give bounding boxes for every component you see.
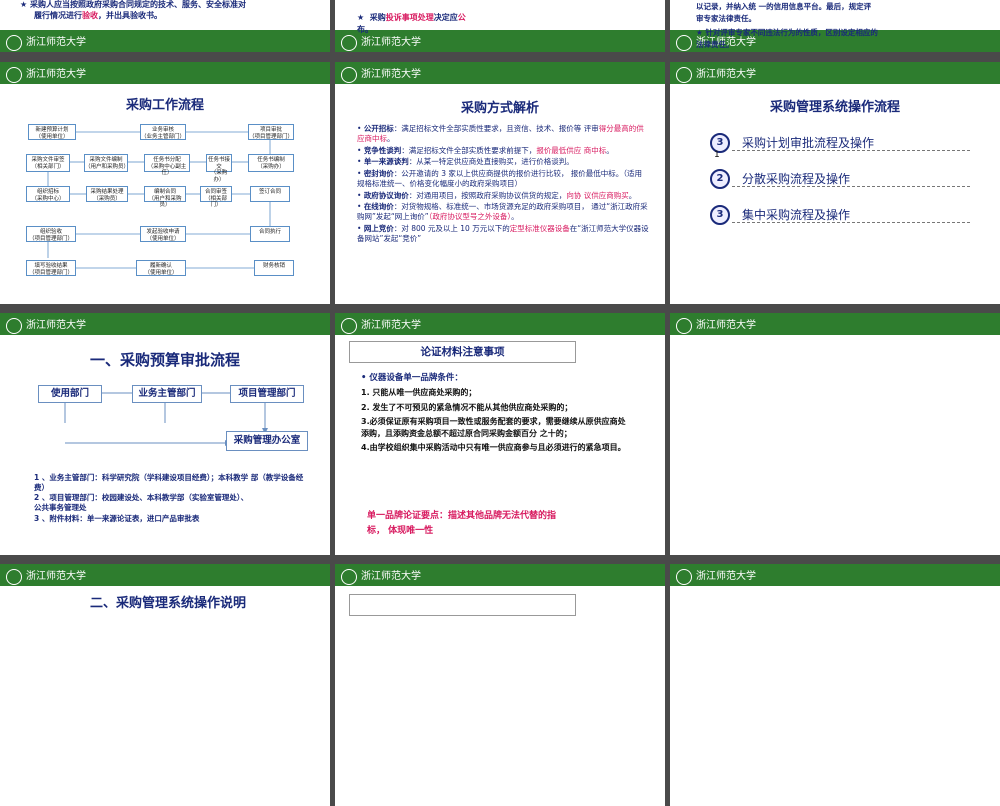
flow-box: 合同执行: [250, 226, 290, 242]
slide-header-bar: 浙江师范大学: [0, 564, 330, 586]
flow-box: 采购文件审签 （相关部门）: [26, 154, 70, 172]
slide-header-bar: 浙江师范大学: [335, 62, 665, 84]
slide-header-bar: 浙江师范大学: [670, 564, 1000, 586]
number-badge: 3: [710, 204, 730, 225]
slide-title: 论证材料注意事项: [349, 341, 576, 363]
underline-dash: [732, 150, 970, 151]
number-badge: 3: [710, 132, 730, 153]
method-item: • 单一来源谈判：从某一特定供应商处直接购买，进行价格谈判。: [357, 157, 574, 167]
method-item: • 竞争性谈判：满足招标文件全部实质性要求前提下，报价最低供应 商中标。: [357, 145, 614, 155]
condition-line: 2. 发生了不可预见的紧急情况不能从其他供应商处采购的；: [361, 402, 573, 412]
slide-thumb-10[interactable]: 浙江师范大学 二、采购管理系统操作说明: [0, 564, 330, 806]
condition-line: 4.由学校组织集中采购活动中只有唯一供应商参与且必须进行的紧急项目。: [361, 443, 626, 453]
title-box: [349, 594, 576, 616]
operation-label: 集中采购流程及操作: [742, 208, 851, 222]
flow-box: 签订合同: [250, 186, 290, 202]
slide-title: 二、采购管理系统操作说明: [90, 596, 247, 611]
flow-box: 采购结果处理 （采购员）: [86, 186, 128, 202]
conditions-heading: • 仪器设备单一品牌条件：: [361, 373, 463, 383]
flow-box: 新建预算计划 （使用单位）: [28, 124, 76, 140]
flow-box: 财务核销: [254, 260, 294, 276]
method-item: • 密封询价：公开邀请的 3 家以上供应商提供的报价进行比较， 报价最低中标。（…: [357, 169, 642, 188]
budget-box-procurement-office: 采购管理办公室: [226, 431, 308, 451]
slide-thumb-6[interactable]: 浙江师范大学 采购管理系统操作流程 3 采购计划审批流程及操作 1 2 分散采购流程及操…: [670, 62, 1000, 304]
method-item: • 网上竞价：对 800 元及以上 10 万元以下的定型标准仪器设备在“浙江师范…: [357, 223, 649, 243]
operation-item[interactable]: 3 采购计划审批流程及操作 1: [710, 132, 970, 168]
note-line: 2 、项目管理部门：校园建设处、本科教学部（实验室管理处）、: [34, 493, 249, 503]
slide-title: 采购方式解析: [460, 101, 539, 116]
slide-thumb-9[interactable]: 浙江师范大学: [670, 313, 1000, 555]
method-item: • 政府协议询价：对通用项目，按照政府采购协议供货的规定，向协 议供应商购买。: [357, 190, 637, 200]
slide-title: 采购管理系统操作流程: [769, 100, 900, 115]
flow-box: 任务书接交 （采购办）: [206, 154, 232, 183]
underline-dash: [732, 186, 970, 187]
slide-thumb-3[interactable]: 浙江师范大学 以记录，并纳入统 一的信用信息平台。最后，规定评 审专家法律责任。…: [670, 0, 1000, 52]
flow-box: 发起验收申请 （使用单位）: [140, 226, 186, 242]
method-item: • 在线询价：对货物规格、标准统一、市场货源充足的政府采购项目， 通过“浙江政府…: [357, 202, 648, 221]
slide-thumb-1[interactable]: 浙江师范大学 ★ 采购人应当按照政府采购合同规定的技术、服务、安全标准对 履行情…: [0, 0, 330, 52]
flow-box: 组织招标 （采购中心）: [26, 186, 70, 202]
key-point-line: 单一品牌论证要点：描述其他品牌无法代替的指: [367, 511, 557, 521]
operation-item[interactable]: 2 分散采购流程及操作: [710, 168, 970, 204]
slide-header-bar: 浙江师范大学: [335, 564, 665, 586]
slide-footer-bar: 浙江师范大学: [0, 30, 330, 52]
flow-box: 编制合同 （用户和采购员）: [144, 186, 186, 208]
method-item: • 公开招标：满足招标文件全部实质性要求，且资信、技术、报价等 评审得分最高的供…: [357, 124, 644, 143]
underline-dash: [732, 222, 970, 223]
slide-thumb-4[interactable]: 浙江师范大学 采购工作流程 新建预算计划 （使用单位） 业务审核 （业务主管部门）…: [0, 62, 330, 304]
operation-item[interactable]: 3 集中采购流程及操作: [710, 204, 970, 240]
budget-box-user-dept: 使用部门: [38, 385, 102, 403]
flow-box: 采购文件编制 （用户和采购员）: [84, 154, 129, 172]
flow-box: 履新确认 （使用单位）: [136, 260, 186, 276]
slide-thumb-12[interactable]: 浙江师范大学: [670, 564, 1000, 806]
flow-box: 组织验收 （项目管理部门）: [26, 226, 76, 242]
note-line: 3 、附件材料：单一来源论证表，进口产品审批表: [34, 513, 200, 523]
flow-box: 任务书分配 （采购中心副主任）: [144, 154, 190, 176]
budget-box-project-dept: 项目管理部门: [230, 385, 304, 403]
slide-thumb-7[interactable]: 浙江师范大学 一、采购预算审批流程 使用部门 业务主管部门 项目管理部门 采购管…: [0, 313, 330, 555]
budget-box-business-dept: 业务主管部门: [132, 385, 202, 403]
note-line: 公共事务管理处: [34, 503, 87, 513]
note-line: 1 、业务主管部门：科学研究院（学科建设项目经费）；本科教学 部（教学设备经费）: [34, 473, 304, 493]
slide-text: 采购人应当按照政府采购合同规定的技术、服务、安全标准对: [29, 0, 246, 9]
flow-box: 合同审签 （相关部门）: [200, 186, 232, 208]
key-point-line: 标， 体现唯一性: [367, 525, 434, 536]
slide-thumb-2[interactable]: 浙江师范大学 ★ 采购投诉事项处理决定应公 布。: [335, 0, 665, 52]
slide-thumb-5[interactable]: 浙江师范大学 采购方式解析 • 公开招标：满足招标文件全部实质性要求，且资信、技…: [335, 62, 665, 304]
flow-box: 填写验收结果 （项目管理部门）: [26, 260, 76, 276]
slide-header-bar: 浙江师范大学: [670, 62, 1000, 84]
condition-line: 3.必须保证原有采购项目一致性或服务配套的要求，需要继续从原供应商处添购，且添购…: [361, 417, 626, 438]
flow-box: 项目审批 （项目管理部门）: [248, 124, 294, 140]
slide-header-bar: 浙江师范大学: [670, 313, 1000, 335]
condition-line: 1. 只能从唯一供应商处采购的；: [361, 388, 477, 397]
operation-label: 分散采购流程及操作: [742, 172, 851, 186]
operation-label: 采购计划审批流程及操作: [742, 136, 875, 150]
flow-box: 任务书编制 （采购办）: [248, 154, 294, 172]
slide-thumb-11[interactable]: 浙江师范大学: [335, 564, 665, 806]
slide-header-bar: 浙江师范大学: [335, 313, 665, 335]
slide-thumb-8[interactable]: 浙江师范大学 论证材料注意事项 • 仪器设备单一品牌条件： 1. 只能从唯一供应…: [335, 313, 665, 555]
number-badge: 2: [710, 168, 730, 189]
flow-box: 业务审核 （业务主管部门）: [140, 124, 186, 140]
